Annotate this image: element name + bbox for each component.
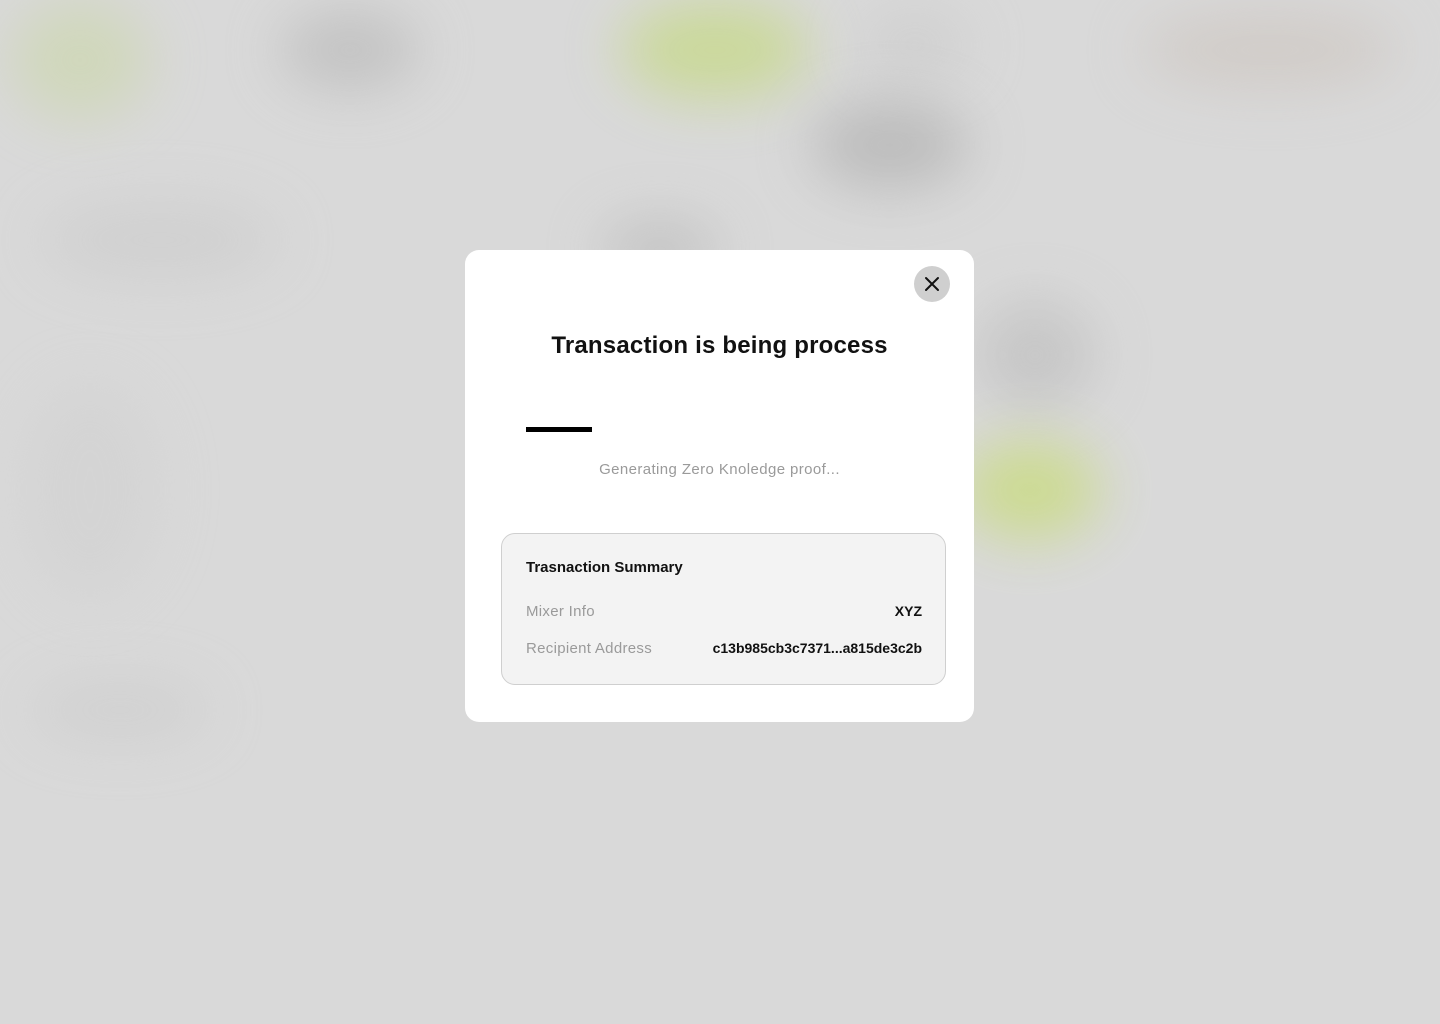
recipient-address-label: Recipient Address — [526, 639, 653, 657]
background-blur-shape — [1140, 10, 1400, 90]
progress-bar — [526, 427, 913, 432]
background-blur-shape — [620, 0, 810, 100]
transaction-summary-card: Trasnaction Summary Mixer Info XYZ Recip… — [501, 533, 946, 685]
background-blur-shape — [860, 10, 970, 80]
background-blur-shape — [280, 10, 420, 90]
close-icon — [925, 277, 939, 291]
mixer-info-label: Mixer Info — [526, 602, 595, 620]
background-blur-shape — [810, 100, 970, 190]
background-blur-shape — [960, 440, 1100, 540]
summary-row-recipient-address: Recipient Address c13b985cb3c7371...a815… — [526, 638, 922, 658]
summary-title: Trasnaction Summary — [526, 559, 683, 576]
background-blur-shape — [975, 300, 1095, 410]
recipient-address-value: c13b985cb3c7371...a815de3c2b — [712, 640, 922, 656]
close-button[interactable] — [914, 266, 950, 302]
transaction-processing-modal: Transaction is being process Generating … — [465, 250, 974, 722]
background-blur-shape — [40, 200, 280, 280]
background-blur-shape — [20, 380, 160, 600]
background-blur-shape — [30, 680, 210, 740]
modal-title: Transaction is being process — [551, 332, 888, 359]
summary-row-mixer-info: Mixer Info XYZ — [526, 601, 922, 621]
mixer-info-value: XYZ — [894, 603, 922, 619]
status-text: Generating Zero Knoledge proof... — [599, 461, 840, 478]
background-blur-shape — [10, 0, 150, 120]
progress-bar-fill — [526, 427, 592, 432]
